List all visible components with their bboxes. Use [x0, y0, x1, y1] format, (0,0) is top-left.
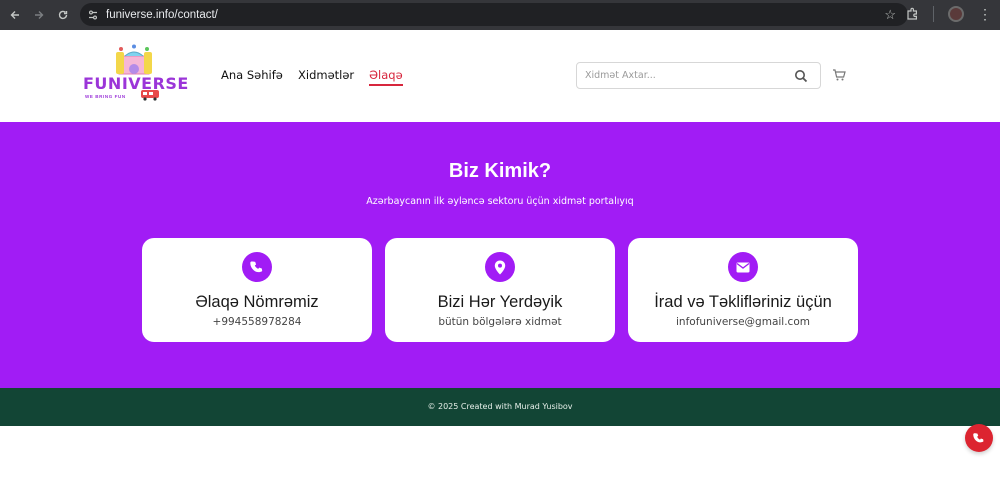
extensions-icon[interactable] — [905, 7, 919, 21]
site-footer: © 2025 Created with Murad Yusibov — [0, 388, 1000, 426]
site-header: FUNIVERSE WE BRING FUN Ana Səhifə Xidmət… — [0, 30, 1000, 122]
search-input[interactable] — [585, 70, 785, 81]
map-pin-icon — [485, 252, 515, 282]
address-bar[interactable]: funiverse.info/contact/ ☆ — [80, 3, 908, 26]
profile-avatar[interactable] — [948, 6, 964, 22]
toolbar-divider — [933, 6, 934, 22]
phone-icon — [973, 433, 984, 443]
logo-tagline: WE BRING FUN — [85, 94, 126, 99]
card-title: Bizi Hər Yerdəyik — [437, 293, 563, 311]
bus-icon — [141, 90, 159, 101]
funiverse-logo[interactable]: FUNIVERSE WE BRING FUN — [83, 44, 188, 104]
back-arrow-icon[interactable] — [6, 6, 24, 24]
section-title: Biz Kimik? — [448, 160, 552, 182]
floating-call-button[interactable] — [965, 424, 993, 452]
section-subtitle: Azərbaycanın ilk əyləncə sektoru üçün xi… — [366, 196, 634, 207]
contact-card-phone: Əlaqə Nömrəmiz +994558978284 — [142, 238, 372, 342]
contact-card-location: Bizi Hər Yerdəyik bütün bölgələrə xidmət — [385, 238, 615, 342]
search-icon[interactable] — [794, 69, 808, 83]
envelope-icon — [728, 252, 758, 282]
forward-arrow-icon[interactable] — [30, 6, 48, 24]
url-text[interactable]: funiverse.info/contact/ — [106, 9, 218, 21]
browser-toolbar: funiverse.info/contact/ ☆ ⋮ — [0, 0, 1000, 30]
card-title: Əlaqə Nömrəmiz — [195, 293, 319, 311]
email-address[interactable]: infofuniverse@gmail.com — [628, 316, 858, 328]
coverage-text: bütün bölgələrə xidmət — [438, 316, 562, 328]
search-box — [576, 62, 821, 89]
card-title: İrad və Təklifləriniz üçün — [654, 293, 832, 311]
logo-wordmark: FUNIVERSE — [83, 74, 189, 93]
nav-home-link[interactable]: Ana Səhifə — [221, 68, 283, 82]
about-section: Biz Kimik? Azərbaycanın ilk əyləncə sekt… — [0, 122, 1000, 388]
phone-icon — [242, 252, 272, 282]
nav-services-link[interactable]: Xidmətlər — [298, 68, 354, 82]
cart-icon[interactable] — [832, 68, 846, 82]
site-settings-icon[interactable] — [86, 8, 100, 22]
phone-number[interactable]: +994558978284 — [142, 316, 372, 328]
contact-card-email: İrad və Təklifləriniz üçün infofuniverse… — [628, 238, 858, 342]
reload-icon[interactable] — [54, 6, 72, 24]
bouncy-castle-icon — [116, 44, 152, 75]
more-menu-icon[interactable]: ⋮ — [978, 7, 992, 21]
nav-contact-link[interactable]: Əlaqə — [369, 68, 403, 86]
bookmark-star-icon[interactable]: ☆ — [884, 7, 896, 23]
copyright-text: © 2025 Created with Murad Yusibov — [427, 402, 573, 411]
